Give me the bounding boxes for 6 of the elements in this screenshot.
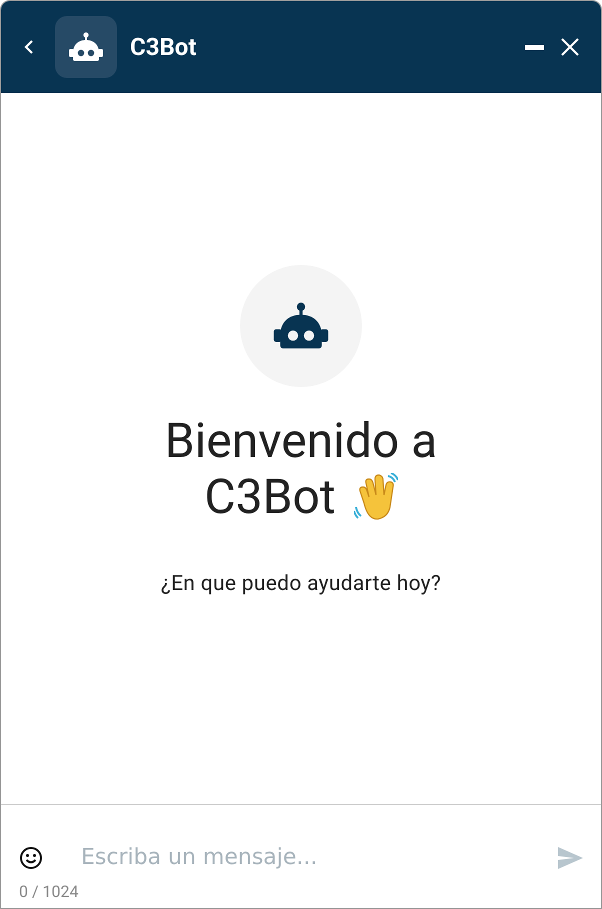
welcome-subtitle: ¿En que puedo ayudarte hoy? (160, 571, 442, 598)
character-counter: 0 / 1024 (19, 881, 80, 903)
chat-title: C3Bot (130, 32, 196, 63)
welcome-title: Bienvenido a (164, 413, 438, 469)
welcome-title: C3Bot (204, 469, 336, 525)
message-input[interactable]: Escriba un mensaje... (81, 841, 558, 874)
